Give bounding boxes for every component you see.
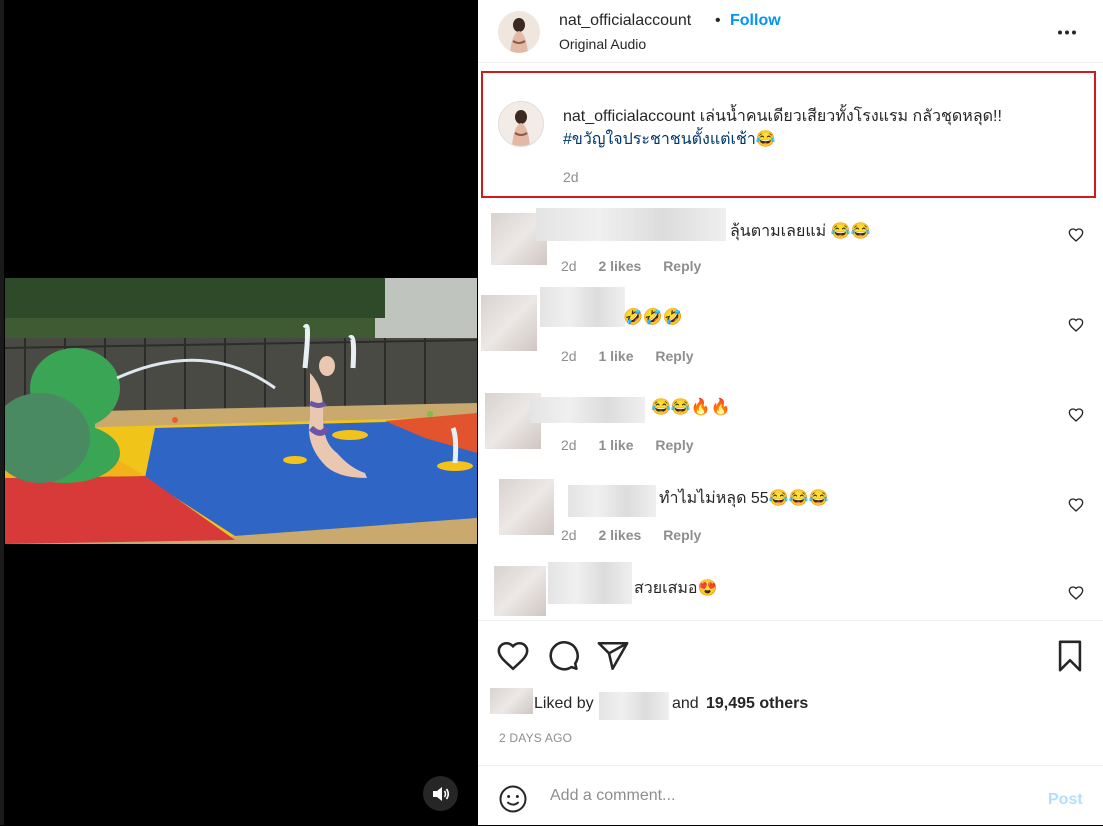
comment-meta: 2d 1 like Reply [561, 437, 712, 453]
media-viewer [0, 0, 478, 825]
blurred-liker-avatar [490, 688, 533, 714]
heart-icon[interactable] [1068, 317, 1084, 333]
comment-text: 😂😂🔥🔥 [651, 399, 731, 416]
post-author-username[interactable]: nat_officialaccount [559, 12, 691, 30]
comment-item: สวยเสมอ😍 [478, 562, 1103, 618]
comment-text: ลุ้นตามเลยแม่ 😂😂 [730, 223, 871, 240]
comment-meta: 2d 2 likes Reply [561, 527, 719, 543]
like-heart-icon[interactable] [496, 639, 530, 673]
post-date[interactable]: 2 DAYS AGO [499, 731, 572, 745]
post-panel: nat_officialaccount • Follow Original Au… [478, 0, 1103, 825]
post-header: nat_officialaccount • Follow Original Au… [478, 0, 1103, 63]
blurred-avatar [499, 479, 554, 535]
audio-toggle-button[interactable] [423, 776, 458, 811]
post-comment-button[interactable]: Post [1048, 791, 1083, 809]
reply-button[interactable]: Reply [655, 437, 693, 453]
audio-label[interactable]: Original Audio [559, 36, 646, 52]
comment-item: ลุ้นตามเลยแม่ 😂😂 2d 2 likes Reply [478, 205, 1103, 285]
comment-likes[interactable]: 1 like [598, 437, 633, 453]
comment-item: ทำไมไม่หลุด 55😂😂😂 2d 2 likes Reply [478, 475, 1103, 555]
comment-bubble-icon[interactable] [546, 639, 580, 673]
bookmark-icon[interactable] [1053, 639, 1087, 673]
profile-photo [498, 11, 540, 53]
comment-meta: 2d 1 like Reply [561, 348, 712, 364]
reply-button[interactable]: Reply [663, 527, 701, 543]
blurred-username [548, 562, 632, 604]
caption-username[interactable]: nat_officialaccount [563, 108, 695, 125]
caption-highlight: nat_officialaccount เล่นน้ำคนเดียวเสียวท… [481, 71, 1096, 198]
reply-button[interactable]: Reply [663, 258, 701, 274]
blurred-avatar [494, 566, 546, 616]
heart-icon[interactable] [1068, 407, 1084, 423]
profile-photo [499, 102, 543, 146]
likes-count[interactable]: 19,495 others [706, 695, 808, 713]
heart-icon[interactable] [1068, 585, 1084, 601]
more-icon [1058, 30, 1076, 34]
comment-item: 🤣🤣🤣 2d 1 like Reply [478, 287, 1103, 375]
comment-likes[interactable]: 2 likes [598, 527, 641, 543]
avatar[interactable] [498, 101, 544, 147]
heart-icon[interactable] [1068, 497, 1084, 513]
blurred-liker-name [599, 692, 669, 720]
action-bar [478, 620, 1103, 691]
caption-text: nat_officialaccount เล่นน้ำคนเดียวเสียวท… [563, 105, 1083, 151]
comment-time[interactable]: 2d [561, 527, 577, 543]
comment-item: 😂😂🔥🔥 2d 1 like Reply [478, 385, 1103, 465]
comment-composer: Post [478, 765, 1103, 826]
caption-hashtag[interactable]: #ขวัญใจประชาชนตั้งแต่เช้า😂 [563, 131, 776, 148]
liked-by-label: Liked by [534, 695, 594, 712]
avatar[interactable] [498, 11, 540, 53]
blurred-avatar [481, 295, 537, 351]
reply-button[interactable]: Reply [655, 348, 693, 364]
comment-text: 🤣🤣🤣 [623, 309, 683, 326]
comment-text: ทำไมไม่หลุด 55😂😂😂 [659, 490, 829, 507]
share-send-icon[interactable] [596, 639, 630, 673]
more-options-button[interactable] [1056, 22, 1078, 42]
comment-likes[interactable]: 2 likes [598, 258, 641, 274]
blurred-username [540, 287, 625, 327]
liked-and-label: and [672, 695, 699, 712]
comment-time[interactable]: 2d [561, 348, 577, 364]
follow-button[interactable]: Follow [730, 12, 781, 30]
heart-icon[interactable] [1068, 227, 1084, 243]
comment-time[interactable]: 2d [561, 258, 577, 274]
media-edge [0, 0, 4, 825]
blurred-username [530, 397, 645, 423]
comment-text: สวยเสมอ😍 [634, 580, 718, 597]
pool-scene [5, 278, 477, 544]
emoji-icon[interactable] [498, 784, 528, 814]
comment-meta: 2d 2 likes Reply [561, 258, 719, 274]
comment-likes[interactable]: 1 like [598, 348, 633, 364]
likes-summary: Liked by and 19,495 others [490, 688, 1092, 720]
blurred-username [536, 208, 726, 241]
blurred-username [568, 485, 656, 517]
caption-body: เล่นน้ำคนเดียวเสียวทั้งโรงแรม กลัวชุดหลุ… [699, 108, 1002, 125]
speaker-icon [432, 786, 449, 801]
separator-dot: • [715, 12, 721, 29]
comment-time[interactable]: 2d [561, 437, 577, 453]
comment-input[interactable] [548, 786, 1012, 806]
caption-timestamp[interactable]: 2d [563, 169, 579, 185]
post-video[interactable] [5, 278, 477, 544]
